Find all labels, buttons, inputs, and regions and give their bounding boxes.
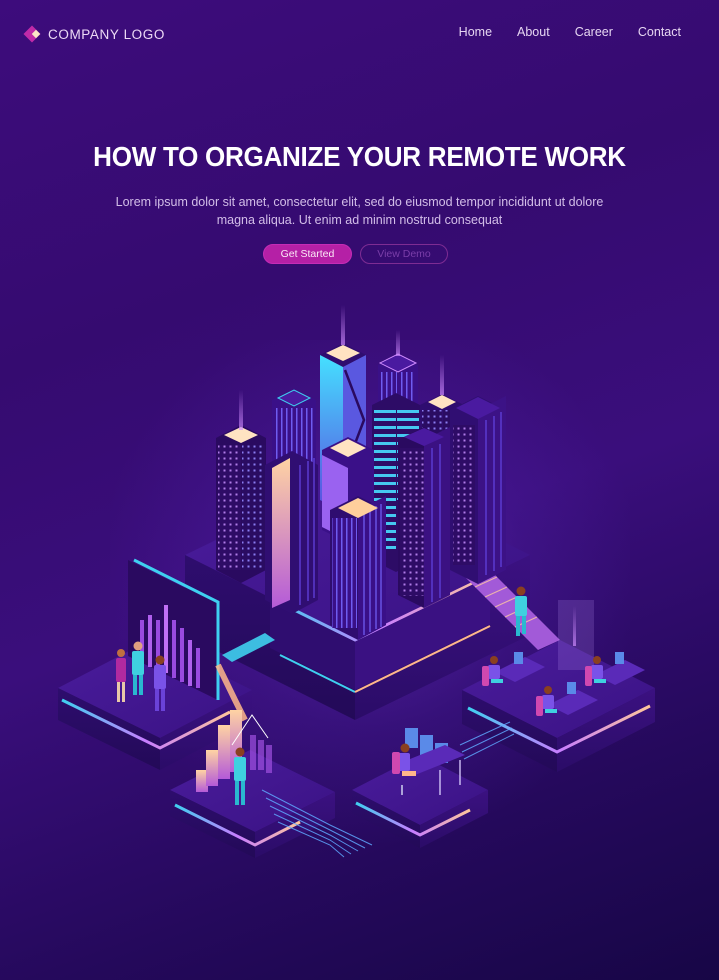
monitoring-platform bbox=[352, 728, 488, 848]
building-far-right bbox=[450, 396, 506, 584]
isometric-city-illustration bbox=[58, 305, 655, 858]
building-left-windows bbox=[216, 390, 266, 583]
building-peach bbox=[265, 451, 318, 614]
building-front bbox=[330, 496, 386, 640]
building-right-center bbox=[398, 427, 450, 608]
